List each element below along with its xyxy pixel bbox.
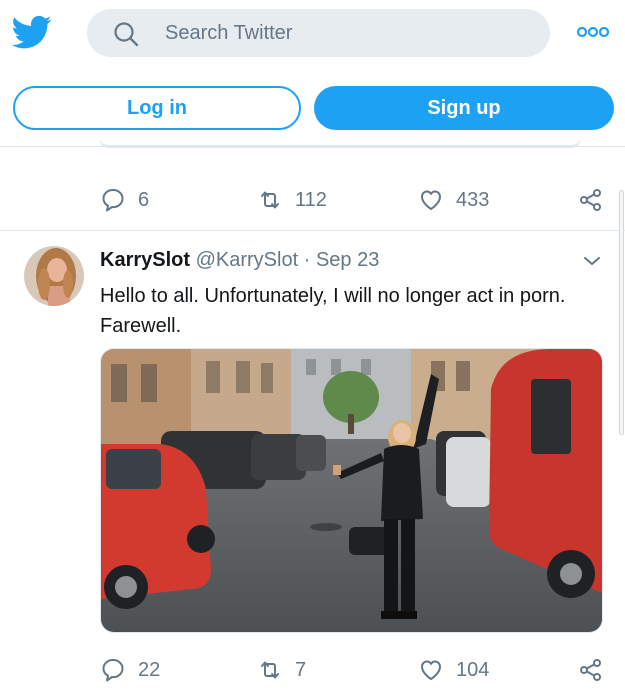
share-button[interactable] xyxy=(578,650,604,690)
auth-bar: Log in Sign up xyxy=(0,70,625,146)
reply-icon xyxy=(102,659,124,682)
scrollbar[interactable] xyxy=(619,190,624,435)
heart-icon xyxy=(421,190,441,210)
reply-count: 22 xyxy=(138,658,161,681)
tweet-date[interactable]: Sep 23 xyxy=(316,249,379,271)
search-icon xyxy=(113,21,139,47)
chevron-down-icon[interactable] xyxy=(582,253,602,269)
previous-tweet-actions: 6 112 433 xyxy=(0,180,625,220)
display-name[interactable]: KarrySlot xyxy=(100,249,190,271)
like-button[interactable]: 104 xyxy=(418,650,489,690)
like-count: 104 xyxy=(456,658,490,681)
retweet-count: 7 xyxy=(295,658,307,681)
user-handle[interactable]: @KarrySlot xyxy=(196,249,299,271)
reply-count: 6 xyxy=(138,188,150,211)
retweet-count: 112 xyxy=(295,188,327,211)
tweet-header: KarrySlot @KarrySlot · Sep 23 xyxy=(100,247,379,273)
reply-icon xyxy=(102,189,124,212)
divider xyxy=(0,230,625,231)
previous-media-edge xyxy=(100,140,580,148)
avatar[interactable] xyxy=(24,246,84,306)
signup-button[interactable]: Sign up xyxy=(314,86,614,130)
more-dots-icon[interactable] xyxy=(576,22,610,42)
login-button[interactable]: Log in xyxy=(13,86,301,130)
share-icon xyxy=(580,189,601,211)
search-placeholder: Search Twitter xyxy=(165,22,293,44)
separator-dot: · xyxy=(303,249,311,271)
retweet-icon xyxy=(261,191,279,209)
retweet-button[interactable]: 7 xyxy=(257,650,306,690)
twitter-bird-icon[interactable] xyxy=(11,12,52,52)
retweet-icon xyxy=(261,661,279,679)
tweet-media-image[interactable] xyxy=(100,348,603,633)
share-button[interactable] xyxy=(578,180,604,220)
search-input[interactable]: Search Twitter xyxy=(87,9,550,57)
like-button[interactable]: 433 xyxy=(418,180,489,220)
reply-button[interactable]: 22 xyxy=(100,650,160,690)
tweet-actions: 22 7 104 xyxy=(0,650,625,690)
top-bar: Search Twitter xyxy=(0,0,625,70)
tweet-text: Hello to all. Unfortunately, I will no l… xyxy=(100,285,566,337)
like-count: 433 xyxy=(456,188,490,211)
reply-button[interactable]: 6 xyxy=(100,180,149,220)
retweet-button[interactable]: 112 xyxy=(257,180,327,220)
heart-icon xyxy=(421,660,441,680)
share-icon xyxy=(580,659,601,681)
